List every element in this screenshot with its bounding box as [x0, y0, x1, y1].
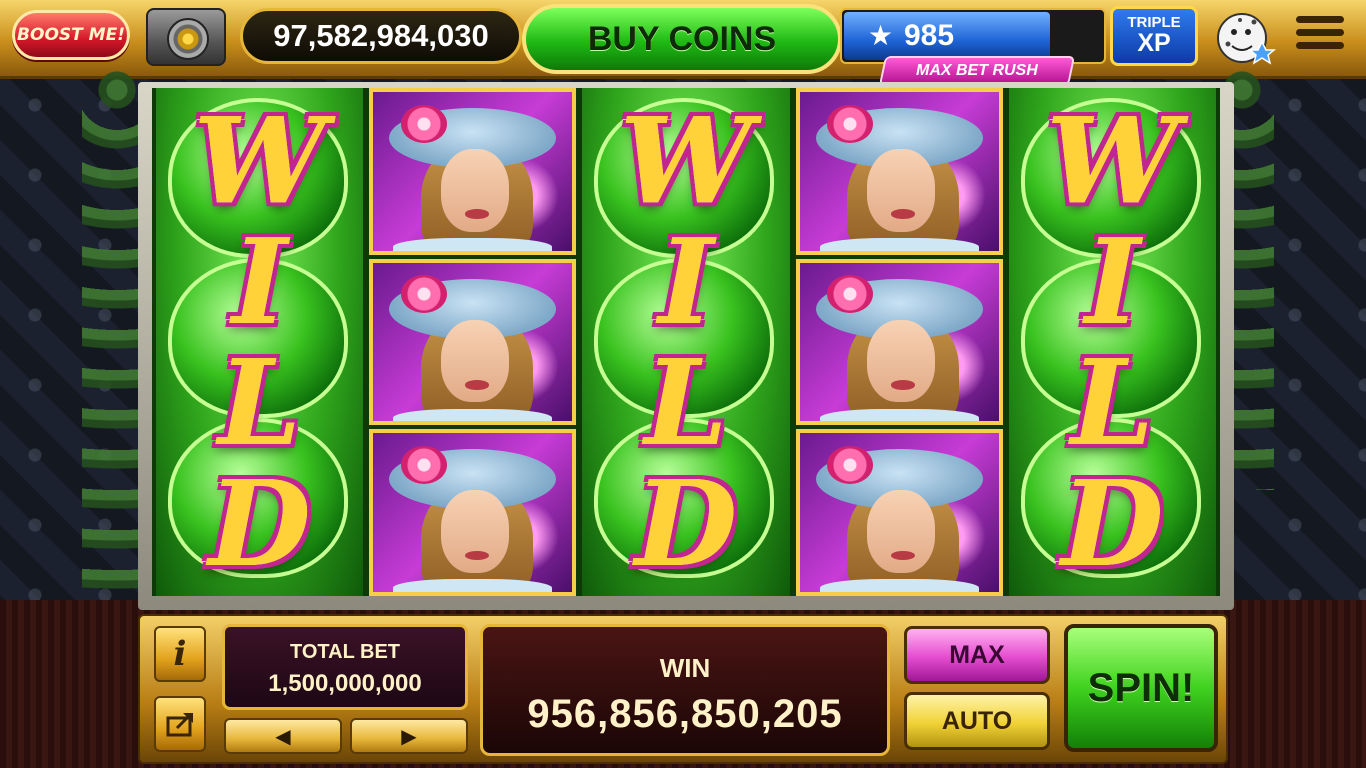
reel-3-wild: W I L D	[582, 88, 790, 596]
lady-portrait-symbol	[795, 88, 1003, 255]
wild-letter-d: D	[1061, 453, 1164, 593]
share-icon[interactable]	[154, 696, 206, 752]
triple-xp-line2: XP	[1137, 29, 1171, 57]
lady-portrait-symbol	[369, 258, 577, 426]
max-bet-button[interactable]: MAX	[904, 626, 1050, 684]
auto-spin-button[interactable]: AUTO	[904, 692, 1050, 750]
wild-letter-l: L	[218, 332, 302, 472]
vault-button[interactable]	[146, 8, 226, 66]
total-bet-label: TOTAL BET	[290, 641, 400, 663]
bet-increase-button[interactable]: ▶	[350, 718, 468, 754]
wild-letter-d: D	[634, 453, 738, 593]
reel-5-wild: W I L D	[1008, 88, 1217, 596]
reel-2	[369, 88, 577, 597]
reel-1-wild: W I L D	[156, 88, 364, 596]
lady-portrait-symbol	[369, 429, 577, 597]
wild-letter-i: I	[1084, 211, 1141, 351]
info-button[interactable]: i	[154, 626, 206, 682]
bet-decrease-button[interactable]: ◀	[224, 718, 342, 754]
max-bet-rush-label: MAX BET RUSH	[916, 62, 1038, 79]
wild-letter-l: L	[1070, 332, 1154, 472]
wild-letter-w: W	[619, 90, 753, 230]
xp-level: 985	[904, 19, 955, 52]
total-bet-display: TOTAL BET 1,500,000,000	[222, 624, 468, 710]
menu-icon[interactable]	[1296, 16, 1344, 56]
slot-reels: W I L D W I L D W I L D	[152, 88, 1220, 597]
leopard-mascot-icon[interactable]	[1214, 8, 1277, 66]
spin-button[interactable]: SPIN!	[1064, 624, 1218, 752]
wild-letter-l: L	[644, 332, 728, 472]
vault-icon	[167, 18, 209, 60]
total-bet-value: 1,500,000,000	[268, 670, 422, 697]
wild-letter-w: W	[193, 90, 326, 230]
win-label: WIN	[659, 653, 711, 683]
coin-balance: 97,582,984,030	[240, 8, 522, 64]
star-icon: ★	[868, 20, 894, 51]
triple-xp-button[interactable]: TRIPLE XP	[1110, 6, 1198, 66]
buy-coins-button[interactable]: BUY COINS	[522, 4, 842, 74]
lady-portrait-symbol	[795, 258, 1003, 426]
lady-portrait-symbol	[795, 429, 1003, 597]
lady-portrait-symbol	[369, 88, 577, 255]
wild-letter-i: I	[658, 211, 714, 351]
win-value: 956,856,850,205	[527, 692, 843, 736]
wild-letter-w: W	[1046, 90, 1179, 230]
wild-letter-d: D	[208, 453, 311, 593]
win-display: WIN 956,856,850,205	[480, 624, 890, 756]
boost-me-button[interactable]: BOOST ME!	[12, 10, 130, 60]
reel-4	[795, 88, 1003, 597]
wild-letter-i: I	[232, 211, 288, 351]
